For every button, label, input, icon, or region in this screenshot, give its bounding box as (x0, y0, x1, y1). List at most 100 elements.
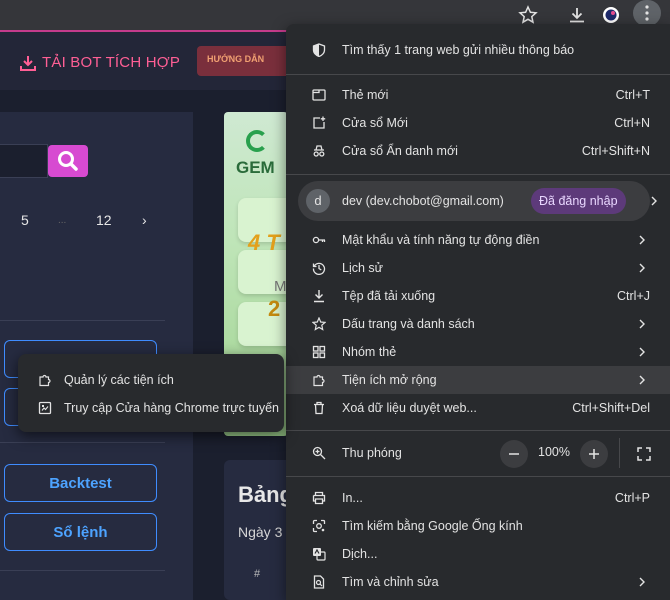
divider (0, 320, 165, 321)
star-icon (312, 317, 326, 331)
chevron-right-icon (639, 347, 645, 357)
google-lens-icon (312, 519, 326, 533)
guide-button-label: HƯỚNG DẪN (207, 54, 265, 64)
minus-icon (509, 453, 519, 455)
menu-item-google-lens[interactable]: Tìm kiếm bằng Google Ống kính (286, 512, 670, 540)
menu-separator (286, 74, 670, 75)
menu-item-downloads[interactable]: Tệp đã tải xuống Ctrl+J (286, 282, 670, 310)
incognito-icon (313, 145, 325, 157)
clear-data-label: Xoá dữ liệu duyệt web... (342, 401, 477, 415)
passwords-label: Mật khẩu và tính năng tự động điền (342, 233, 540, 247)
submenu-item-manage-extensions[interactable]: Quản lý các tiện ích (18, 366, 284, 394)
chrome-menu: Tìm thấy 1 trang web gửi nhiều thông báo… (286, 24, 670, 600)
guide-button[interactable]: HƯỚNG DẪN (197, 46, 297, 76)
menu-item-history[interactable]: Lịch sử (286, 254, 670, 282)
signed-in-badge: Đã đăng nhập (531, 188, 626, 214)
menu-item-passwords[interactable]: Mật khẩu và tính năng tự động điền (286, 226, 670, 254)
puzzle-piece-icon (39, 374, 51, 387)
banner-number: 2 (268, 296, 281, 321)
tab-groups-label: Nhóm thẻ (342, 345, 397, 359)
shield-icon (312, 43, 326, 57)
translate-label: Dịch... (342, 547, 378, 561)
clear-data-shortcut: Ctrl+Shift+Del (572, 401, 650, 415)
chrome-menu-button[interactable] (633, 0, 661, 26)
menu-item-new-tab[interactable]: Thẻ mới Ctrl+T (286, 81, 670, 109)
history-icon (312, 262, 326, 275)
card-date: Ngày 3 (238, 524, 283, 540)
tab-groups-icon (312, 345, 326, 359)
menu-item-translate[interactable]: Dịch... (286, 540, 670, 568)
order-book-label: Sổ lệnh (53, 523, 108, 541)
menu-item-new-window[interactable]: Cửa sổ Mới Ctrl+N (286, 109, 670, 137)
new-tab-label: Thẻ mới (342, 88, 389, 102)
avatar: d (306, 189, 330, 213)
column-hash: # (254, 568, 261, 580)
download-icon[interactable] (567, 5, 587, 25)
banner-tile (238, 302, 288, 346)
menu-item-print[interactable]: In... Ctrl+P (286, 484, 670, 512)
manage-extensions-label: Quản lý các tiện ích (64, 373, 174, 387)
backtest-button[interactable]: Backtest (4, 464, 157, 502)
chevron-right-icon (639, 319, 645, 329)
download-tray-icon (20, 55, 36, 71)
web-store-label: Truy cập Cửa hàng Chrome trực tuyến (64, 401, 279, 415)
new-tab-icon (312, 89, 326, 101)
banner-m-text: M (274, 278, 287, 295)
key-icon (312, 236, 326, 244)
find-page-icon (313, 575, 325, 589)
fullscreen-button[interactable] (630, 440, 658, 468)
zoom-in-button[interactable] (580, 440, 608, 468)
menu-item-tab-groups[interactable]: Nhóm thẻ (286, 338, 670, 366)
incognito-label: Cửa sổ Ẩn danh mới (342, 144, 458, 158)
chevron-right-icon (639, 375, 645, 385)
profile-email: dev (dev.chobot@gmail.com) (342, 194, 504, 208)
menu-item-bookmarks[interactable]: Dấu trang và danh sách (286, 310, 670, 338)
extensions-submenu: Quản lý các tiện ích Truy cập Cửa hàng C… (18, 354, 284, 432)
zoom-out-button[interactable] (500, 440, 528, 468)
order-book-button[interactable]: Sổ lệnh (4, 513, 157, 551)
print-shortcut: Ctrl+P (614, 491, 650, 505)
new-window-shortcut: Ctrl+N (614, 116, 650, 130)
profile-row[interactable]: d dev (dev.chobot@gmail.com) Đã đăng nhậ… (298, 181, 657, 221)
trash-icon (314, 401, 324, 415)
submenu-item-web-store[interactable]: Truy cập Cửa hàng Chrome trực tuyến (18, 394, 284, 422)
downloads-shortcut: Ctrl+J (617, 289, 650, 303)
banner-brand: GEM (236, 158, 275, 177)
menu-item-zoom: Thu phóng (286, 439, 670, 467)
extension-app-icon[interactable] (601, 5, 621, 25)
more-vertical-icon (645, 5, 649, 21)
downloads-label: Tệp đã tải xuống (342, 289, 436, 303)
printer-icon (312, 491, 326, 505)
gem-logo-icon (246, 130, 268, 152)
menu-item-incognito[interactable]: Cửa sổ Ẩn danh mới Ctrl+Shift+N (286, 137, 670, 165)
chevron-right-icon (651, 196, 657, 206)
menu-item-clear-data[interactable]: Xoá dữ liệu duyệt web... Ctrl+Shift+Del (286, 394, 670, 422)
new-window-label: Cửa sổ Mới (342, 116, 408, 130)
bookmark-star-icon[interactable] (518, 5, 538, 25)
page-5-link[interactable]: 5 (21, 212, 29, 228)
backtest-label: Backtest (49, 474, 112, 492)
history-label: Lịch sử (342, 261, 384, 275)
download-bot-link[interactable]: TẢI BOT TÍCH HỢP (20, 54, 180, 71)
divider (0, 570, 165, 571)
chevron-right-icon (639, 235, 645, 245)
menu-item-find-edit[interactable]: Tìm và chỉnh sửa (286, 568, 670, 596)
puzzle-piece-icon (313, 374, 325, 387)
zoom-label: Thu phóng (342, 446, 402, 460)
card-title: Bảng (238, 482, 293, 507)
search-input[interactable] (0, 144, 48, 178)
banner-big-text: 4 T (248, 230, 280, 255)
menu-item-notification[interactable]: Tìm thấy 1 trang web gửi nhiều thông báo (286, 36, 670, 64)
menu-separator (286, 476, 670, 477)
incognito-shortcut: Ctrl+Shift+N (581, 144, 650, 158)
next-page-link[interactable]: › (142, 212, 147, 228)
web-store-icon (38, 401, 52, 415)
search-button[interactable] (48, 145, 88, 177)
notification-label: Tìm thấy 1 trang web gửi nhiều thông báo (342, 43, 575, 57)
menu-item-extensions[interactable]: Tiện ích mở rộng (286, 366, 670, 394)
download-bot-label: TẢI BOT TÍCH HỢP (42, 54, 181, 71)
download-icon (314, 290, 324, 303)
zoom-separator (619, 438, 620, 468)
zoom-icon (312, 446, 326, 460)
page-12-link[interactable]: 12 (96, 212, 112, 228)
